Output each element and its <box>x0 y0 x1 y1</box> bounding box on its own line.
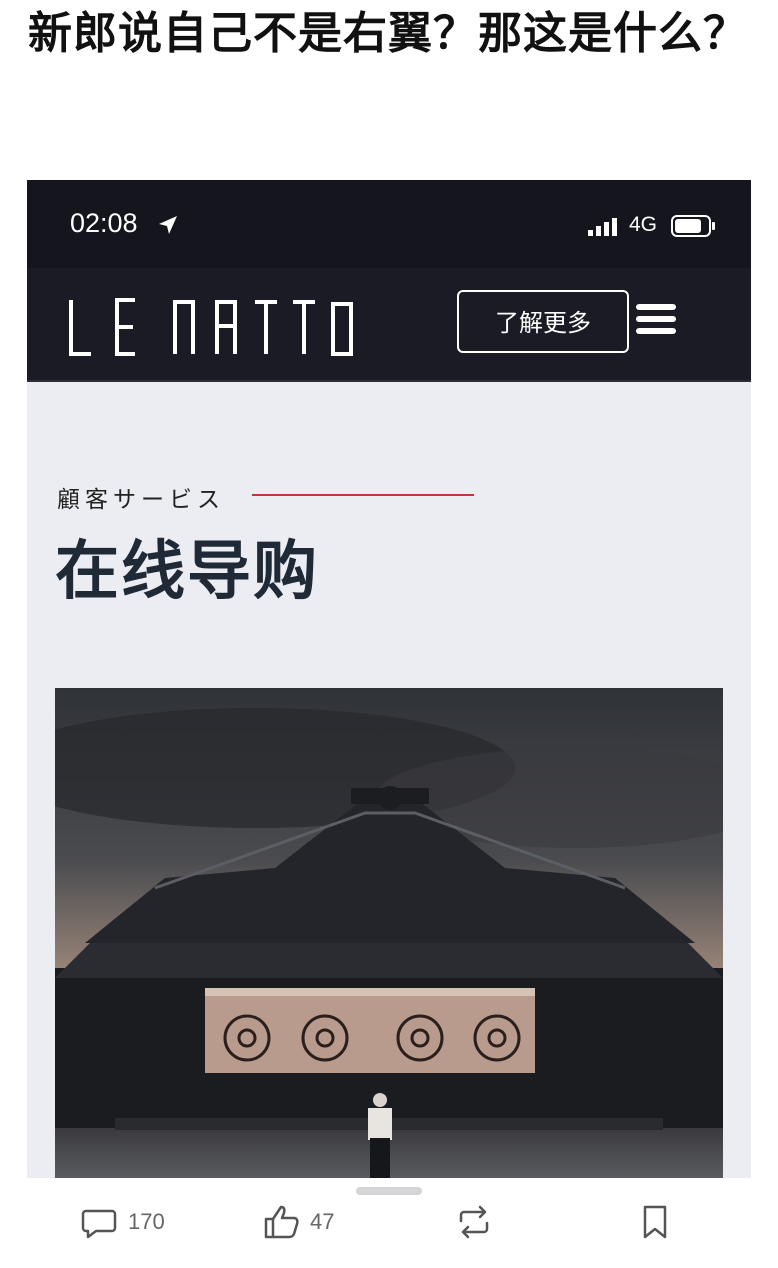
like-count: 47 <box>310 1209 335 1234</box>
location-arrow-icon <box>159 216 177 234</box>
bookmark-icon <box>643 1205 667 1239</box>
accent-divider <box>252 494 474 496</box>
status-bar: 02:08 4G <box>27 180 751 268</box>
learn-more-button[interactable]: 了解更多 <box>457 290 629 353</box>
shrine-photo <box>55 688 723 1178</box>
network-type: 4G <box>629 213 658 236</box>
thumbs-up-icon <box>264 1205 299 1239</box>
like-button[interactable]: 47 <box>262 1202 334 1242</box>
status-time: 02:08 <box>70 208 138 238</box>
comment-icon <box>81 1209 117 1239</box>
site-header: 了解更多 <box>27 268 751 382</box>
comment-button[interactable]: 170 <box>80 1202 165 1242</box>
bookmark-button[interactable] <box>636 1202 674 1242</box>
embedded-phone-screenshot: 02:08 4G 了解更多 顧客サービス 在线导购 <box>27 180 751 1178</box>
hamburger-menu-icon[interactable] <box>636 302 676 336</box>
repost-icon <box>459 1205 489 1239</box>
comment-count: 170 <box>128 1209 165 1234</box>
section-heading: 在线导购 <box>55 535 319 609</box>
battery-icon <box>671 215 715 237</box>
post-title: 新郎说自己不是右翼？那这是什么？ <box>28 8 748 59</box>
site-logo[interactable] <box>63 296 363 360</box>
home-indicator <box>356 1187 422 1195</box>
section-label: 顧客サービス <box>57 487 225 513</box>
repost-button[interactable] <box>455 1202 493 1242</box>
signal-icon <box>588 218 617 236</box>
